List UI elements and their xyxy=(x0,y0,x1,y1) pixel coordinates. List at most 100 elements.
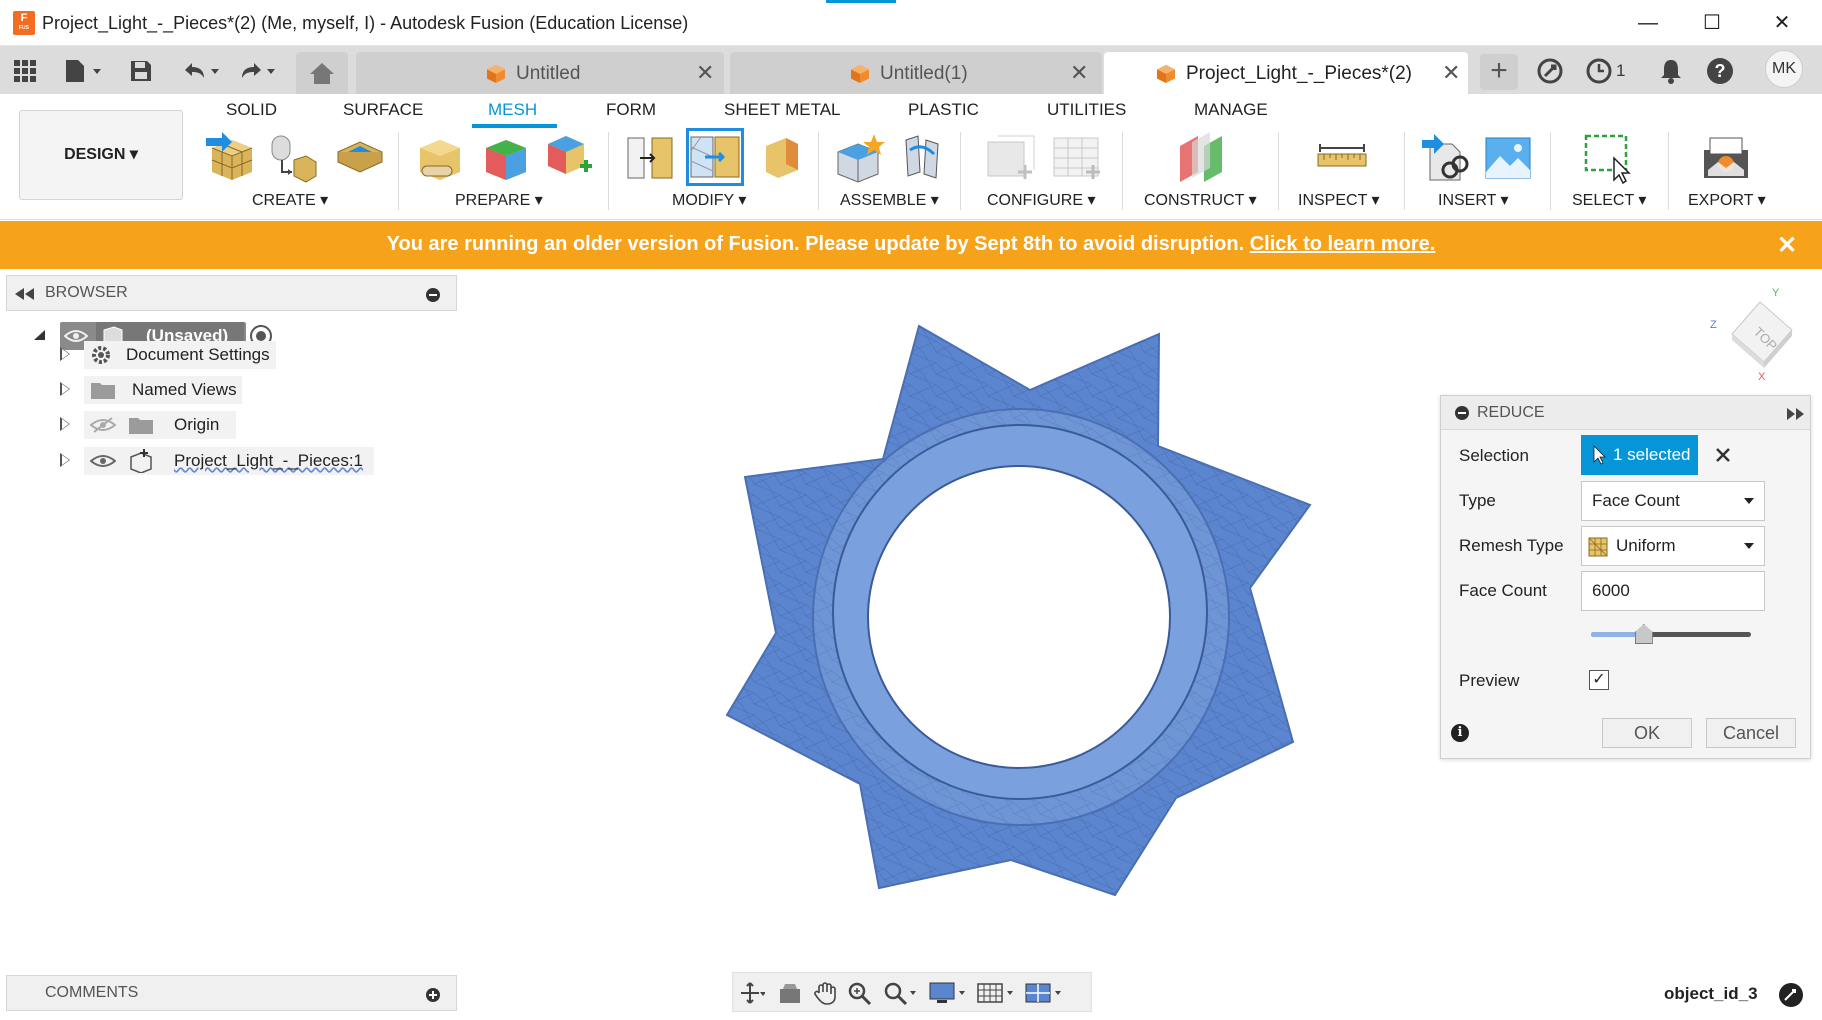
undo-icon[interactable] xyxy=(178,56,224,86)
ribbon-tab-solid[interactable]: SOLID xyxy=(226,100,277,120)
save-icon[interactable] xyxy=(126,56,156,86)
tree-collapse-triangle-icon[interactable] xyxy=(32,329,46,341)
ribbon-tab-manage[interactable]: MANAGE xyxy=(1194,100,1268,120)
job-status-icon[interactable]: 1 xyxy=(1584,56,1640,86)
browser-minimize-icon[interactable] xyxy=(425,287,441,303)
tree-item-document-settings[interactable]: Document Settings xyxy=(84,341,276,369)
ribbon-tab-surface[interactable]: SURFACE xyxy=(343,100,423,120)
ribbon-tab-mesh[interactable]: MESH xyxy=(488,100,537,120)
measure-icon[interactable] xyxy=(1316,132,1368,184)
assemble-group-label[interactable]: ASSEMBLE ▾ xyxy=(840,190,939,210)
file-menu-icon[interactable] xyxy=(60,56,106,86)
grid-settings-icon[interactable] xyxy=(977,981,1015,1005)
create-group-label[interactable]: CREATE ▾ xyxy=(252,190,328,210)
remesh-icon[interactable] xyxy=(756,132,808,184)
remesh-type-dropdown[interactable]: Uniform xyxy=(1581,526,1765,566)
viewcube[interactable]: TOP Y Z X xyxy=(1710,286,1810,382)
ribbon-tab-sheet-metal[interactable]: SHEET METAL xyxy=(724,100,841,120)
preview-checkbox[interactable]: ✓ xyxy=(1589,670,1609,690)
export-group-label[interactable]: EXPORT ▾ xyxy=(1688,190,1766,210)
export-icon[interactable] xyxy=(1700,132,1752,184)
tab-close-icon[interactable]: ✕ xyxy=(1070,60,1088,86)
minimize-button[interactable]: — xyxy=(1620,8,1676,38)
tab-untitled[interactable]: Untitled ✕ xyxy=(356,52,724,94)
workspace-switcher-button[interactable]: DESIGN ▾ xyxy=(19,110,183,200)
ok-button[interactable]: OK xyxy=(1602,718,1692,748)
tree-item-named-views[interactable]: Named Views xyxy=(84,376,242,404)
construct-group-label[interactable]: CONSTRUCT ▾ xyxy=(1144,190,1257,210)
browser-panel-header[interactable]: BROWSER xyxy=(6,275,457,311)
apps-grid-icon[interactable] xyxy=(10,56,40,86)
new-component-icon[interactable] xyxy=(834,132,886,184)
pan-hand-icon[interactable] xyxy=(813,981,839,1005)
reduce-dialog-header[interactable]: REDUCE xyxy=(1441,396,1810,430)
orbit-icon[interactable] xyxy=(739,981,765,1005)
user-avatar[interactable]: MK xyxy=(1765,50,1803,88)
dialog-collapse-icon[interactable] xyxy=(1455,406,1469,420)
tab-untitled-1[interactable]: Untitled(1) ✕ xyxy=(730,52,1102,94)
extensions-icon[interactable] xyxy=(1534,56,1566,86)
tree-expand-icon[interactable] xyxy=(60,453,70,467)
face-count-input[interactable]: 6000 xyxy=(1581,571,1765,611)
tree-item-origin[interactable]: Origin xyxy=(84,411,236,439)
banner-close-icon[interactable]: ✕ xyxy=(1777,231,1797,260)
display-settings-icon[interactable] xyxy=(929,981,967,1005)
canvas-image-icon[interactable] xyxy=(1482,132,1534,184)
selection-button[interactable]: 1 selected xyxy=(1581,435,1698,475)
fit-zoom-icon[interactable] xyxy=(883,981,917,1005)
configure-design-icon[interactable] xyxy=(984,132,1036,184)
tree-item-mesh-body[interactable]: Project_Light_-_Pieces:1 xyxy=(84,447,374,475)
inspect-group-label[interactable]: INSPECT ▾ xyxy=(1298,190,1380,210)
prepare-group-label[interactable]: PREPARE ▾ xyxy=(455,190,543,210)
insert-derive-icon[interactable] xyxy=(1420,132,1472,184)
face-count-slider-thumb[interactable] xyxy=(1634,624,1653,644)
select-group-label[interactable]: SELECT ▾ xyxy=(1572,190,1646,210)
type-dropdown[interactable]: Face Count xyxy=(1581,481,1765,521)
comments-panel-header[interactable]: COMMENTS xyxy=(6,975,457,1011)
viewports-icon[interactable] xyxy=(1025,981,1063,1005)
cancel-button[interactable]: Cancel xyxy=(1706,718,1796,748)
combine-face-groups-icon[interactable] xyxy=(542,132,594,184)
insert-group-label[interactable]: INSERT ▾ xyxy=(1438,190,1509,210)
new-tab-button[interactable]: + xyxy=(1480,54,1518,90)
configuration-table-icon[interactable] xyxy=(1050,132,1102,184)
dialog-expand-icon[interactable] xyxy=(1787,408,1805,420)
notifications-bell-icon[interactable] xyxy=(1656,56,1686,86)
mesh-ring-model[interactable] xyxy=(700,300,1340,920)
joint-icon[interactable] xyxy=(896,132,948,184)
ribbon-tab-form[interactable]: FORM xyxy=(606,100,656,120)
configure-group-label[interactable]: CONFIGURE ▾ xyxy=(987,190,1095,210)
tab-project-light-pieces[interactable]: Project_Light_-_Pieces*(2) ✕ xyxy=(1104,52,1468,94)
insert-mesh-icon[interactable] xyxy=(204,132,256,184)
window-select-icon[interactable] xyxy=(1582,132,1634,184)
tab-close-icon[interactable]: ✕ xyxy=(1442,60,1460,86)
home-tab-icon[interactable] xyxy=(296,52,348,94)
look-at-icon[interactable] xyxy=(777,981,803,1005)
redo-icon[interactable] xyxy=(234,56,280,86)
offset-plane-icon[interactable] xyxy=(1176,132,1228,184)
comments-expand-icon[interactable] xyxy=(425,987,441,1003)
tessellate-icon[interactable] xyxy=(266,132,318,184)
tree-expand-icon[interactable] xyxy=(60,417,70,431)
zoom-icon[interactable] xyxy=(847,981,873,1005)
tab-close-icon[interactable]: ✕ xyxy=(696,60,714,86)
info-icon[interactable]: i xyxy=(1451,724,1469,742)
face-count-slider-track[interactable] xyxy=(1591,624,1751,644)
feedback-icon[interactable] xyxy=(1778,982,1804,1008)
banner-learn-more-link[interactable]: Click to learn more. xyxy=(1250,233,1436,255)
maximize-button[interactable]: ☐ xyxy=(1684,8,1740,38)
ribbon-tab-plastic[interactable]: PLASTIC xyxy=(908,100,979,120)
help-icon[interactable]: ? xyxy=(1704,56,1736,86)
plane-cut-icon[interactable] xyxy=(624,132,676,184)
close-window-button[interactable]: ✕ xyxy=(1754,8,1810,38)
tree-expand-icon[interactable] xyxy=(60,347,70,361)
collapse-panel-icon[interactable] xyxy=(15,288,35,300)
modify-group-label[interactable]: MODIFY ▾ xyxy=(672,190,746,210)
clear-selection-icon[interactable] xyxy=(1715,447,1731,463)
create-face-groups-icon[interactable] xyxy=(334,132,386,184)
visibility-eye-icon[interactable] xyxy=(90,453,116,469)
repair-mesh-icon[interactable] xyxy=(414,132,466,184)
generate-face-groups-icon[interactable] xyxy=(480,132,532,184)
reduce-tool-active[interactable] xyxy=(686,128,744,186)
hidden-eye-icon[interactable] xyxy=(90,417,116,433)
